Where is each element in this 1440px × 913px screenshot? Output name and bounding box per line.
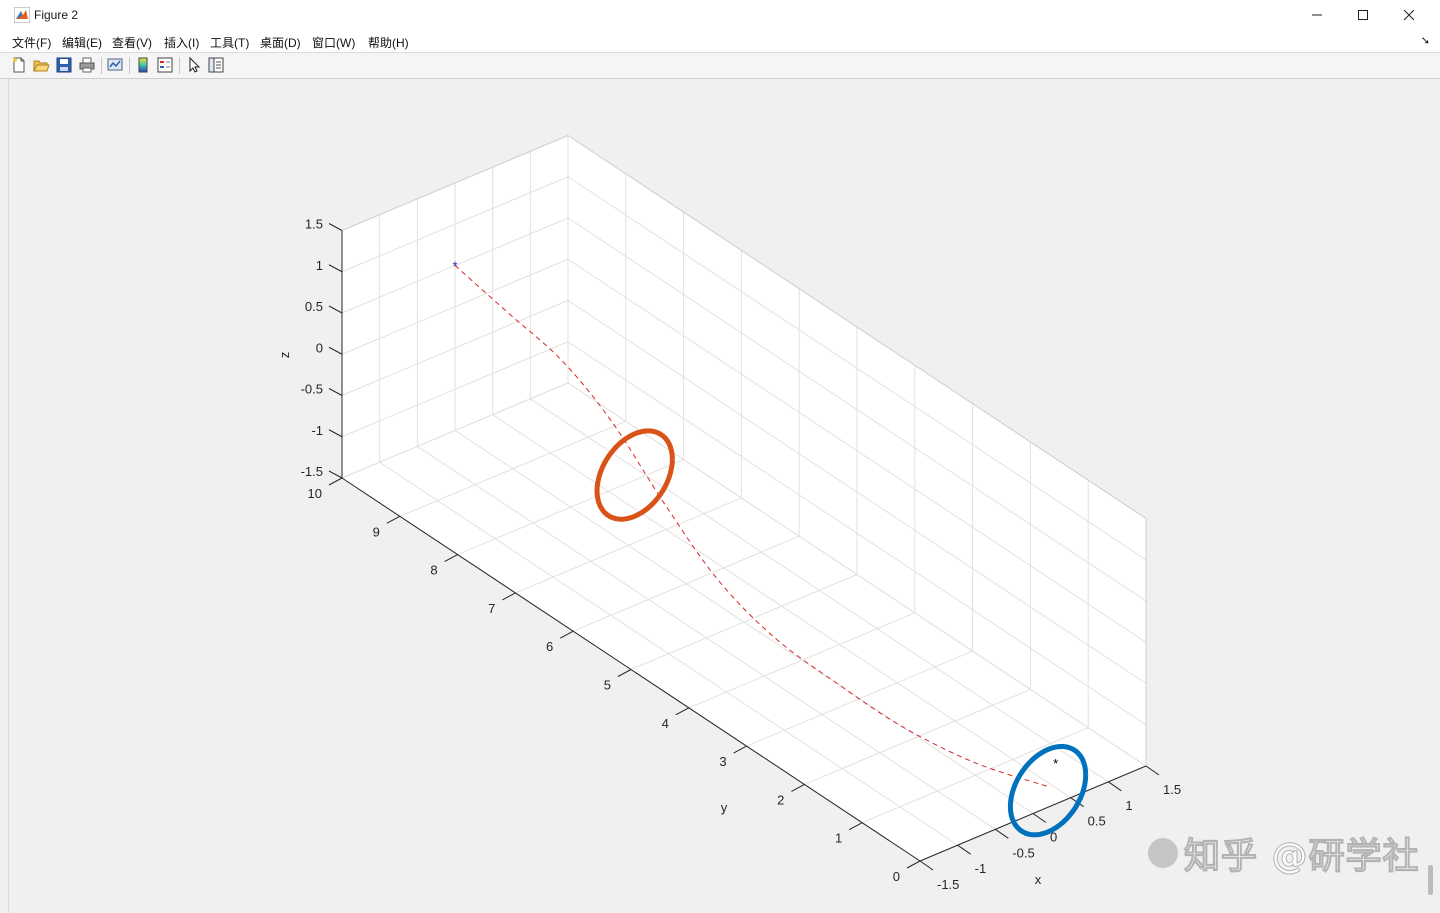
x-tick (1032, 813, 1047, 823)
y-tick (848, 822, 863, 831)
y-axis-label: y (721, 800, 728, 815)
z-tick (328, 223, 343, 231)
y-tick-label: 10 (308, 486, 322, 501)
z-tick (328, 470, 343, 479)
y-tick-label: 1 (835, 831, 842, 846)
x-tick-label: 1 (1125, 798, 1132, 813)
z-tick (328, 388, 343, 396)
y-tick (733, 745, 747, 754)
y-tick (617, 669, 632, 677)
y-tick (386, 515, 401, 524)
x-tick-label: -1.5 (937, 877, 959, 892)
y-tick-label: 6 (546, 639, 553, 654)
x-tick (1145, 765, 1160, 776)
x-tick-label: -1 (975, 861, 987, 876)
x-tick (919, 860, 934, 871)
y-tick (502, 592, 516, 601)
x-tick-label: 0.5 (1088, 814, 1106, 829)
star-marker: * (452, 259, 457, 274)
y-tick-label: 0 (893, 869, 900, 884)
y-tick-label: 9 (373, 524, 380, 539)
y-tick (906, 860, 921, 869)
y-tick (675, 707, 690, 716)
z-tick-label: 0 (316, 340, 323, 355)
z-tick-label: 1 (316, 258, 323, 273)
z-axis-label: z (277, 352, 292, 359)
y-tick-label: 2 (777, 792, 784, 807)
z-tick-label: 0.5 (305, 299, 323, 314)
x-tick-label: -0.5 (1012, 845, 1034, 860)
y-tick-label: 7 (488, 601, 495, 616)
star-marker: * (1053, 756, 1058, 771)
zhihu-logo-icon (1148, 838, 1178, 868)
watermark: 知乎 @研学社 (1148, 828, 1420, 878)
y-tick-label: 3 (719, 754, 726, 769)
z-tick-label: -0.5 (301, 382, 323, 397)
y-tick-label: 5 (604, 678, 611, 693)
y-tick-label: 8 (430, 563, 437, 578)
watermark-text: 知乎 @研学社 (1184, 836, 1420, 878)
x-tick (995, 828, 1009, 839)
y-tick (791, 783, 805, 792)
z-tick (328, 305, 343, 314)
x-tick (957, 844, 971, 855)
y-tick (328, 477, 343, 486)
y-tick-label: 4 (662, 716, 669, 731)
plot-3d-axes[interactable]: -1.5 -1 -0.5 0 0.5 1 1.5 0 1 2 3 4 5 6 7 8 9 10 -1.5 -1 -0.5… (0, 0, 1440, 913)
x-tick-label: 1.5 (1163, 782, 1181, 797)
x-tick (1108, 781, 1122, 792)
x-axis-label: x (1035, 872, 1042, 887)
y-tick (559, 630, 574, 639)
z-tick-label: -1.5 (301, 464, 323, 479)
z-tick-label: 1.5 (305, 217, 323, 232)
z-tick (328, 429, 343, 438)
z-tick (328, 346, 343, 355)
z-tick-label: -1 (311, 423, 323, 438)
y-tick (444, 554, 458, 563)
z-tick (328, 264, 343, 273)
